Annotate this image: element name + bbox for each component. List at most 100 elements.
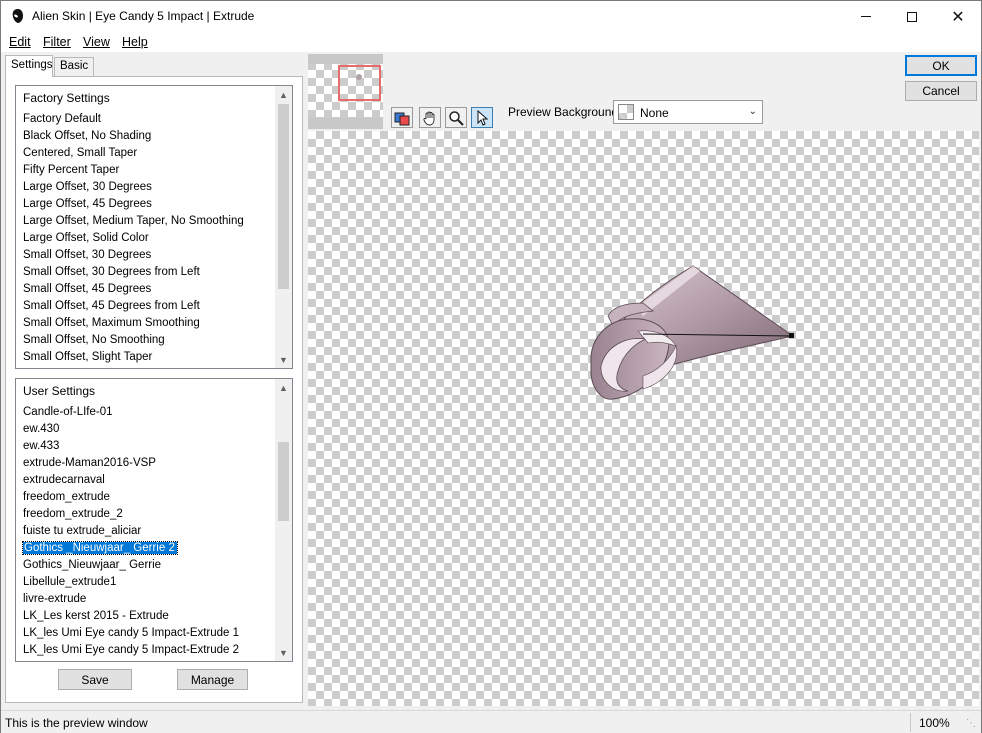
- list-item[interactable]: ew.430: [22, 421, 274, 438]
- list-item-label: Large Offset, 30 Degrees: [23, 181, 152, 193]
- save-button[interactable]: Save: [58, 669, 132, 690]
- cancel-button[interactable]: Cancel: [905, 81, 977, 101]
- navigator-view-frame[interactable]: [338, 65, 381, 101]
- chevron-down-icon: ⌄: [748, 106, 757, 117]
- scroll-down-icon[interactable]: ▼: [275, 351, 292, 368]
- close-button[interactable]: ✕: [935, 1, 981, 32]
- preview-background-value: None: [640, 106, 669, 120]
- list-item-label: Small Offset, 45 Degrees from Left: [23, 300, 200, 312]
- zoom-tool-button[interactable]: [445, 107, 467, 128]
- scroll-up-icon[interactable]: ▲: [275, 86, 292, 103]
- menu-filter-label: Filter: [43, 35, 71, 49]
- list-item-label: Gothics_Nieuwjaar_ Gerrie: [23, 559, 162, 571]
- list-item[interactable]: Gothics _Nieuwjaar_ Gerrie 2: [22, 540, 274, 557]
- factory-scroll-thumb[interactable]: [278, 104, 289, 289]
- list-item[interactable]: Large Offset, 30 Degrees: [22, 179, 274, 196]
- color-picker-tool-button[interactable]: [391, 107, 413, 128]
- factory-settings-list[interactable]: Factory Settings Factory Default Black Of…: [15, 85, 293, 369]
- status-separator: [910, 713, 911, 732]
- list-item-label: extrudecarnaval: [23, 474, 105, 486]
- factory-scrollbar[interactable]: ▲ ▼: [275, 86, 292, 368]
- list-item-label: fuiste tu extrude_aliciar: [23, 525, 142, 537]
- preview-window[interactable]: [308, 131, 979, 706]
- list-item-label: Gothics _Nieuwjaar_ Gerrie 2: [22, 541, 178, 555]
- list-item-label: Fifty Percent Taper: [23, 164, 120, 176]
- list-item[interactable]: freedom_extrude_2: [22, 506, 274, 523]
- title-bar: Alien Skin | Eye Candy 5 Impact | Extrud…: [1, 1, 981, 32]
- arrow-tool-button[interactable]: [471, 107, 493, 128]
- tab-settings[interactable]: Settings: [5, 55, 53, 77]
- list-item[interactable]: Large Offset, 45 Degrees: [22, 196, 274, 213]
- list-item[interactable]: Black Offset, No Shading: [22, 128, 274, 145]
- list-item[interactable]: LK_les Umi Eye candy 5 Impact-Extrude 2: [22, 642, 274, 659]
- hand-tool-button[interactable]: [419, 107, 441, 128]
- list-item[interactable]: Large Offset, Solid Color: [22, 230, 274, 247]
- scroll-down-icon[interactable]: ▼: [275, 644, 292, 661]
- navigator-top-band: [308, 54, 383, 64]
- tab-basic[interactable]: Basic: [54, 57, 94, 76]
- list-item-label: Small Offset, Slight Taper: [23, 351, 153, 363]
- manage-button[interactable]: Manage: [177, 669, 248, 690]
- list-item[interactable]: Large Offset, Medium Taper, No Smoothing: [22, 213, 274, 230]
- list-item[interactable]: Small Offset, Maximum Smoothing: [22, 315, 274, 332]
- list-item[interactable]: LK_les Umi Eye candy 5 Impact-Extrude 1: [22, 625, 274, 642]
- list-item[interactable]: LK_Les kerst 2015 - Extrude: [22, 608, 274, 625]
- preview-background-select[interactable]: None ⌄: [613, 100, 763, 124]
- list-item[interactable]: Small Offset, Slight Taper: [22, 349, 274, 366]
- app-window: Alien Skin | Eye Candy 5 Impact | Extrud…: [0, 0, 982, 733]
- list-item[interactable]: Gothics_Nieuwjaar_ Gerrie: [22, 557, 274, 574]
- list-item[interactable]: Small Offset, 45 Degrees: [22, 281, 274, 298]
- user-scrollbar[interactable]: ▲ ▼: [275, 379, 292, 661]
- ok-button[interactable]: OK: [905, 55, 977, 76]
- list-item-label: livre-extrude: [23, 593, 87, 605]
- user-settings-rows: Candle-of-LIfe-01 ew.430 ew.433 extrude-Mam…: [22, 404, 274, 659]
- maximize-button[interactable]: [889, 1, 935, 32]
- minimize-icon: [861, 16, 871, 17]
- menu-view-label: View: [83, 35, 110, 49]
- menu-edit[interactable]: Edit: [9, 35, 31, 49]
- status-text: This is the preview window: [5, 716, 148, 730]
- user-scroll-thumb[interactable]: [278, 442, 289, 521]
- arrow-pointer-icon: [477, 109, 489, 126]
- list-item[interactable]: Centered, Small Taper: [22, 145, 274, 162]
- list-item-label: LK_les Umi Eye candy 5 Impact-Extrude 1: [23, 627, 240, 639]
- list-item-label: Black Offset, No Shading: [23, 130, 152, 142]
- menu-view[interactable]: View: [83, 35, 110, 49]
- list-item[interactable]: Factory Default: [22, 111, 274, 128]
- list-item[interactable]: Small Offset, No Smoothing: [22, 332, 274, 349]
- list-item-label: Factory Default: [23, 113, 101, 125]
- minimize-button[interactable]: [843, 1, 889, 32]
- resize-grip-icon[interactable]: ⋱: [966, 718, 978, 730]
- list-item[interactable]: extrude-Maman2016-VSP: [22, 455, 274, 472]
- menu-filter[interactable]: Filter: [43, 35, 71, 49]
- list-item-label: Candle-of-LIfe-01: [23, 406, 113, 418]
- navigator-thumbnail[interactable]: [308, 54, 383, 129]
- list-item[interactable]: livre-extrude: [22, 591, 274, 608]
- list-item-label: freedom_extrude: [23, 491, 110, 503]
- menu-help[interactable]: Help: [122, 35, 148, 49]
- list-item[interactable]: freedom_extrude: [22, 489, 274, 506]
- list-item-label: Small Offset, No Smoothing: [23, 334, 165, 346]
- scroll-up-icon[interactable]: ▲: [275, 379, 292, 396]
- list-item-label: Small Offset, Maximum Smoothing: [23, 317, 200, 329]
- list-item[interactable]: Small Offset, 30 Degrees: [22, 247, 274, 264]
- extruded-shape: [590, 265, 795, 400]
- list-item[interactable]: Libellule_extrude1: [22, 574, 274, 591]
- list-item-label: freedom_extrude_2: [23, 508, 123, 520]
- list-item[interactable]: Small Offset, 30 Degrees from Left: [22, 264, 274, 281]
- transparent-swatch-icon: [618, 104, 634, 120]
- list-item[interactable]: fuiste tu extrude_aliciar: [22, 523, 274, 540]
- factory-settings-rows: Factory Default Black Offset, No Shading C…: [22, 111, 274, 366]
- list-item-label: ew.430: [23, 423, 60, 435]
- list-item-label: Small Offset, 30 Degrees from Left: [23, 266, 200, 278]
- factory-settings-header: Factory Settings: [23, 91, 110, 105]
- user-settings-list[interactable]: User Settings Candle-of-LIfe-01 ew.430 ew.…: [15, 378, 293, 662]
- list-item-label: extrude-Maman2016-VSP: [23, 457, 156, 469]
- list-item[interactable]: Candle-of-LIfe-01: [22, 404, 274, 421]
- list-item[interactable]: ew.433: [22, 438, 274, 455]
- list-item[interactable]: extrudecarnaval: [22, 472, 274, 489]
- list-item[interactable]: Small Offset, 45 Degrees from Left: [22, 298, 274, 315]
- list-item[interactable]: Fifty Percent Taper: [22, 162, 274, 179]
- user-settings-header: User Settings: [23, 384, 96, 398]
- navigator-bottom-band: [308, 117, 383, 129]
